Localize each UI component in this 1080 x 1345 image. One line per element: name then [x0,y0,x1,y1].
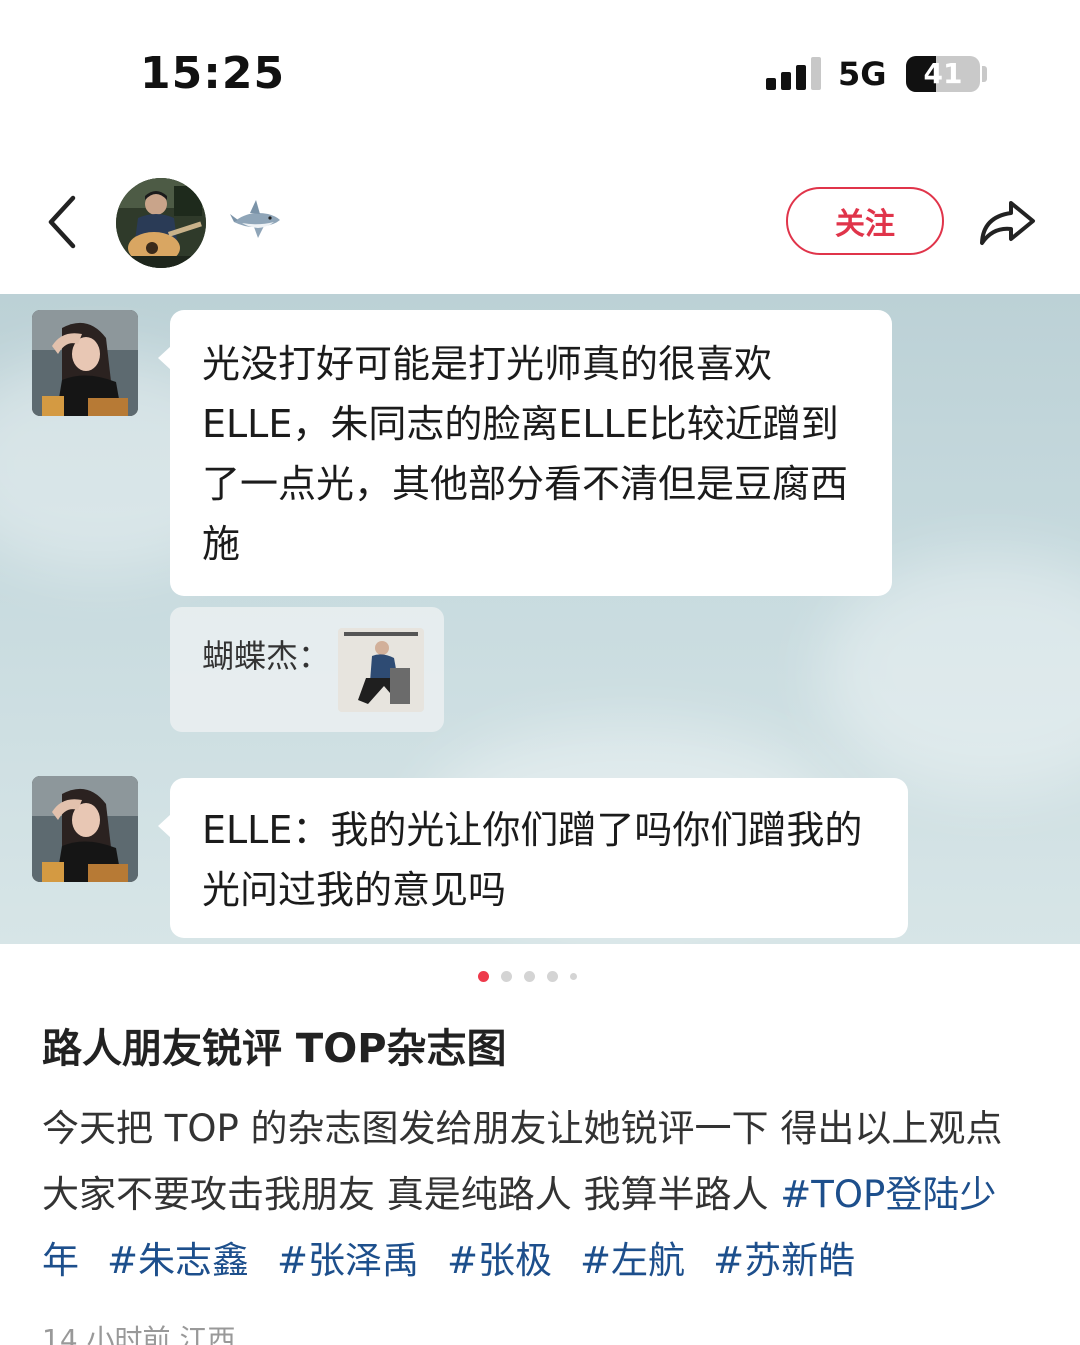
bubble-tail [158,814,171,838]
carousel-dot[interactable] [547,970,558,982]
author-avatar-image [116,178,206,268]
hashtag-link[interactable]: #左航 [580,1239,685,1282]
chat-message-text: ELLE：我的光让你们蹭了吗你们蹭我的光问过我的意见吗 [202,808,863,912]
quoted-message: 蝴蝶杰： [170,607,444,732]
post-location: 江西 [179,1323,236,1345]
hashtag-link[interactable]: #苏新皓 [713,1239,855,1282]
carousel-indicator [478,969,589,983]
carousel-dot[interactable] [524,970,535,982]
quote-thumbnail [338,628,424,712]
battery-tip [982,66,987,82]
quote-sender-label: 蝴蝶杰： [202,637,331,675]
chat-message-text: 光没打好可能是打光师真的很喜欢ELLE，朱同志的脸离ELLE比较近蹭到了一点光，… [202,342,849,566]
share-arrow-icon [980,201,1035,245]
chat-avatar [32,776,138,882]
hashtag-link[interactable]: #张极 [447,1239,552,1282]
post-image[interactable]: 光没打好可能是打光师真的很喜欢ELLE，朱同志的脸离ELLE比较近蹭到了一点光，… [0,294,1080,944]
post-meta: 14 小时前 江西 [42,1318,235,1345]
carousel-dot[interactable] [478,970,489,982]
chat-bubble: ELLE：我的光让你们蹭了吗你们蹭我的光问过我的意见吗 [158,778,908,938]
carousel-dot[interactable] [501,970,512,982]
status-time: 15:25 [140,48,286,99]
carousel-dot[interactable] [570,972,577,980]
top-nav: 关注 [0,150,1080,294]
signal-icon [766,56,822,90]
network-type: 5G [838,55,887,93]
author-avatar[interactable] [116,178,206,268]
status-bar: 15:25 5G 41 [0,0,1080,150]
hashtag-link[interactable]: #朱志鑫 [107,1239,249,1282]
battery-percent: 41 [923,57,963,90]
battery-icon: 41 [906,56,980,92]
post-time: 14 小时前 [42,1323,171,1345]
post-body: 今天把 TOP 的杂志图发给朋友让她锐评一下 得出以上观点 大家不要攻击我朋友 … [42,1096,1042,1294]
chat-avatar [32,310,138,416]
chat-bubble: 光没打好可能是打光师真的很喜欢ELLE，朱同志的脸离ELLE比较近蹭到了一点光，… [158,310,892,596]
post-title: 路人朋友锐评 TOP杂志图 [42,1026,507,1072]
chevron-left-icon [48,195,76,249]
follow-button[interactable]: 关注 [786,187,944,255]
shark-icon [228,192,284,248]
share-button[interactable] [972,190,1042,254]
bubble-tail [158,346,171,370]
hashtag-link[interactable]: #张泽禹 [277,1239,419,1282]
back-button[interactable] [34,190,90,254]
